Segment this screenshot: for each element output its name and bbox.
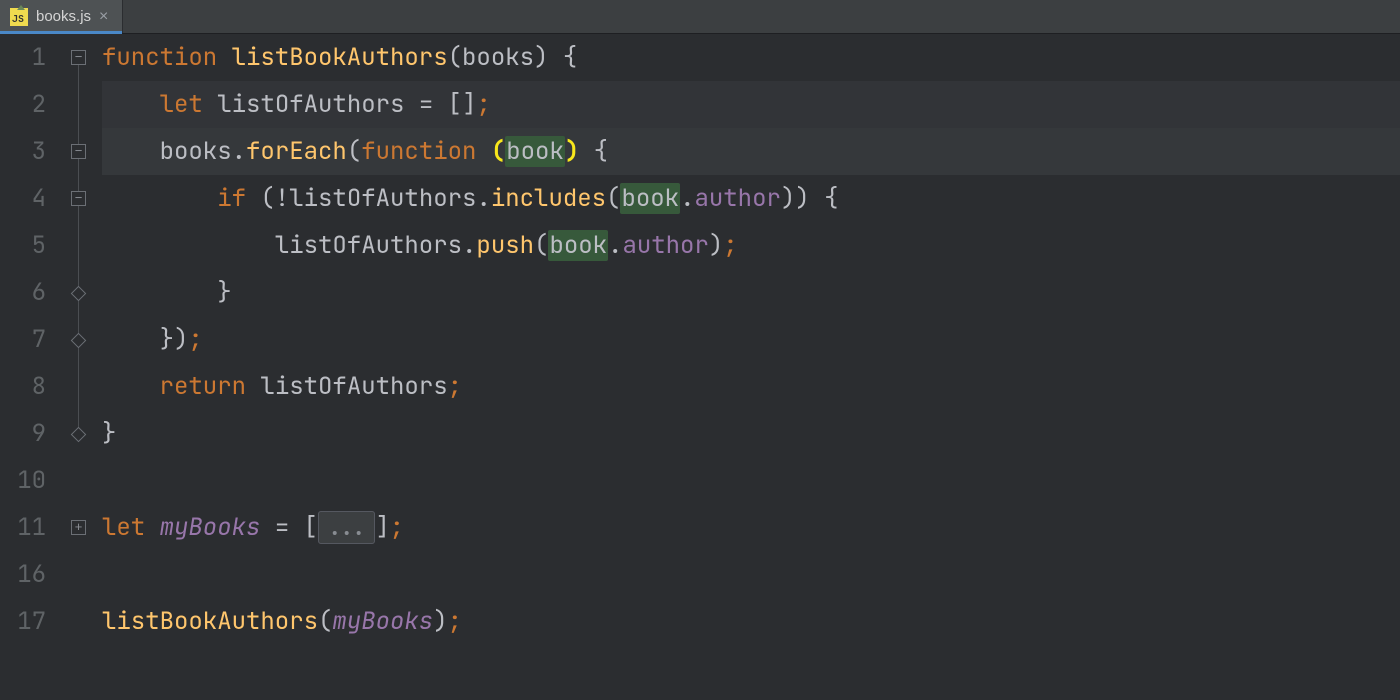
line-number: 8 — [0, 363, 46, 410]
fold-end-icon[interactable] — [71, 427, 87, 443]
code-line[interactable]: return listOfAuthors; — [102, 363, 1400, 410]
line-number: 9 — [0, 410, 46, 457]
line-number-gutter: 1 2 3 4 5 6 7 8 9 10 11 16 17 — [0, 34, 64, 700]
line-number: 4 — [0, 175, 46, 222]
fold-end-icon[interactable] — [71, 333, 87, 349]
tab-filename: books.js — [36, 8, 91, 25]
code-line[interactable] — [102, 457, 1400, 504]
javascript-file-icon: JS — [10, 8, 28, 26]
line-number: 11 — [0, 504, 46, 551]
code-line[interactable]: function listBookAuthors(books) { — [102, 34, 1400, 81]
file-tab-books-js[interactable]: JS books.js × — [0, 0, 123, 33]
folded-code-placeholder[interactable]: ... — [318, 511, 375, 544]
tab-bar: JS books.js × — [0, 0, 1400, 34]
line-number: 16 — [0, 551, 46, 598]
line-number: 5 — [0, 222, 46, 269]
fold-gutter: − − − + — [64, 34, 96, 700]
line-number: 10 — [0, 457, 46, 504]
code-line[interactable]: } — [102, 410, 1400, 457]
code-area[interactable]: function listBookAuthors(books) { let li… — [96, 34, 1400, 700]
code-line[interactable]: listOfAuthors.push(book.author); — [102, 222, 1400, 269]
code-line[interactable]: let listOfAuthors = []; — [102, 81, 1400, 128]
code-line[interactable]: } — [102, 269, 1400, 316]
code-line[interactable]: let myBooks = [...]; — [102, 504, 1400, 551]
selected-text: book — [505, 136, 565, 167]
code-editor[interactable]: 1 2 3 4 5 6 7 8 9 10 11 16 17 − − − + fu… — [0, 34, 1400, 700]
line-number: 1 — [0, 34, 46, 81]
fold-toggle[interactable]: − — [71, 144, 86, 159]
close-icon[interactable]: × — [99, 9, 108, 25]
line-number: 17 — [0, 598, 46, 645]
fold-end-icon[interactable] — [71, 286, 87, 302]
line-number: 7 — [0, 316, 46, 363]
code-line[interactable]: }); — [102, 316, 1400, 363]
code-line[interactable]: if (!listOfAuthors.includes(book.author)… — [102, 175, 1400, 222]
fold-toggle[interactable]: − — [71, 50, 86, 65]
code-line[interactable]: listBookAuthors(myBooks); — [102, 598, 1400, 645]
line-number: 2 — [0, 81, 46, 128]
line-number: 3 — [0, 128, 46, 175]
fold-toggle-collapsed[interactable]: + — [71, 520, 86, 535]
code-line[interactable]: books.forEach(function (book) { — [102, 128, 1400, 175]
fold-guide-line — [78, 56, 79, 436]
line-number: 6 — [0, 269, 46, 316]
fold-toggle[interactable]: − — [71, 191, 86, 206]
code-line[interactable] — [102, 551, 1400, 598]
